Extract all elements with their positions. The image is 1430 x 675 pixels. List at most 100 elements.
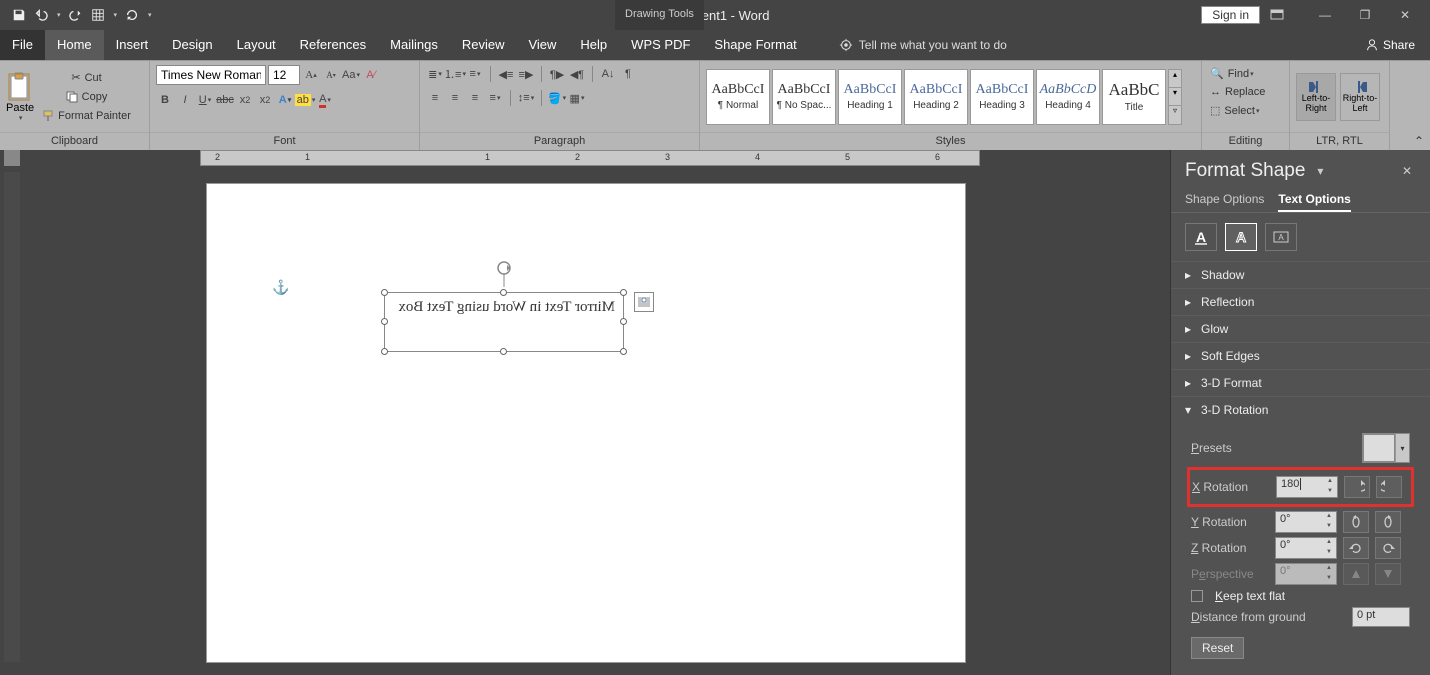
ltr-direction-icon[interactable]: ¶▶ (548, 65, 566, 83)
highlight-icon[interactable]: ab▾ (296, 91, 314, 109)
distance-input[interactable]: 0 pt (1352, 607, 1410, 627)
paste-button[interactable]: Paste ▾ (6, 72, 34, 122)
style-heading1[interactable]: AaBbCcIHeading 1 (838, 69, 902, 125)
resize-handle[interactable] (381, 318, 388, 325)
align-center-icon[interactable]: ≡ (446, 89, 464, 107)
textbox-content[interactable]: Mirror Text in Word using Text Box (393, 298, 615, 318)
replace-button[interactable]: ↔Replace (1208, 84, 1267, 100)
textbox-icon[interactable]: A (1265, 223, 1297, 251)
z-rotation-input[interactable]: 0°▲▼ (1275, 537, 1337, 559)
tab-file[interactable]: File (0, 30, 45, 60)
underline-icon[interactable]: U▾ (196, 91, 214, 109)
y-rotation-input[interactable]: 0°▲▼ (1275, 511, 1337, 533)
layout-options-icon[interactable] (634, 292, 654, 312)
x-rotation-input[interactable]: 180▲▼ (1276, 476, 1338, 498)
align-left-icon[interactable]: ≡ (426, 89, 444, 107)
bullets-icon[interactable]: ≣▾ (426, 65, 444, 83)
style-heading4[interactable]: AaBbCcDHeading 4 (1036, 69, 1100, 125)
borders-icon[interactable]: ▦▾ (568, 89, 586, 107)
sort-icon[interactable]: A↓ (599, 65, 617, 83)
font-color-icon[interactable]: A▾ (316, 91, 334, 109)
panel-tab-shape-options[interactable]: Shape Options (1185, 188, 1264, 212)
subscript-icon[interactable]: x2 (236, 91, 254, 109)
style-heading2[interactable]: AaBbCcIHeading 2 (904, 69, 968, 125)
styles-more[interactable]: ▿ (1169, 105, 1181, 123)
tab-layout[interactable]: Layout (225, 30, 288, 60)
section-shadow[interactable]: ▸Shadow (1171, 261, 1430, 288)
document-page[interactable]: ⚓ Mirror Text in Word using Text Box (206, 183, 966, 663)
tab-design[interactable]: Design (160, 30, 224, 60)
tell-me-search[interactable]: Tell me what you want to do (839, 30, 1007, 60)
styles-scroll-down[interactable]: ▾ (1169, 87, 1181, 105)
maximize-button[interactable]: ❐ (1350, 8, 1380, 22)
shading-icon[interactable]: 🪣▾ (548, 89, 566, 107)
horizontal-ruler[interactable]: 2 1 1 2 3 4 5 6 (200, 150, 980, 166)
vertical-ruler[interactable] (4, 172, 20, 662)
styles-gallery[interactable]: AaBbCcI¶ Normal AaBbCcI¶ No Spac... AaBb… (706, 69, 1182, 125)
resize-handle[interactable] (500, 348, 507, 355)
tab-help[interactable]: Help (568, 30, 619, 60)
keep-flat-checkbox[interactable] (1191, 590, 1203, 602)
font-size-input[interactable] (268, 65, 300, 85)
z-rotate-cw-icon[interactable] (1375, 537, 1401, 559)
multilevel-icon[interactable]: ≡▾ (466, 65, 484, 83)
qat-dropdown-1[interactable]: ▾ (114, 11, 118, 19)
format-painter-button[interactable]: Format Painter (40, 108, 133, 124)
sign-in-button[interactable]: Sign in (1201, 6, 1260, 24)
bold-icon[interactable]: B (156, 91, 174, 109)
y-rotate-right-icon[interactable] (1375, 511, 1401, 533)
minimize-button[interactable]: — (1310, 8, 1340, 22)
presets-preview[interactable] (1363, 434, 1395, 462)
tab-wps-pdf[interactable]: WPS PDF (619, 30, 702, 60)
resize-handle[interactable] (381, 289, 388, 296)
section-3d-rotation[interactable]: ▾3-D Rotation (1171, 396, 1430, 423)
tab-home[interactable]: Home (45, 30, 104, 60)
ltr-button[interactable]: Left-to-Right (1296, 73, 1336, 121)
redo-icon[interactable] (69, 8, 83, 22)
section-soft-edges[interactable]: ▸Soft Edges (1171, 342, 1430, 369)
text-fill-outline-icon[interactable]: A (1185, 223, 1217, 251)
keep-text-flat-row[interactable]: Keep text flat (1191, 589, 1410, 603)
section-reflection[interactable]: ▸Reflection (1171, 288, 1430, 315)
tab-view[interactable]: View (516, 30, 568, 60)
z-rotate-ccw-icon[interactable] (1343, 537, 1369, 559)
shrink-font-icon[interactable]: A▾ (322, 66, 340, 84)
style-normal[interactable]: AaBbCcI¶ Normal (706, 69, 770, 125)
qat-customize-dropdown[interactable]: ▾ (148, 11, 152, 19)
x-rotate-left-icon[interactable] (1344, 476, 1370, 498)
text-effects-icon[interactable]: A (1225, 223, 1257, 251)
decrease-indent-icon[interactable]: ◀≡ (497, 65, 515, 83)
undo-dropdown[interactable]: ▾ (57, 11, 61, 19)
superscript-icon[interactable]: x2 (256, 91, 274, 109)
save-icon[interactable] (12, 8, 26, 22)
cut-button[interactable]: ✂Cut (40, 69, 133, 86)
ribbon-display-icon[interactable] (1270, 9, 1300, 21)
increase-indent-icon[interactable]: ≡▶ (517, 65, 535, 83)
y-rotate-left-icon[interactable] (1343, 511, 1369, 533)
style-no-spacing[interactable]: AaBbCcI¶ No Spac... (772, 69, 836, 125)
tab-references[interactable]: References (288, 30, 378, 60)
rotation-handle-icon[interactable] (495, 259, 513, 287)
tab-mailings[interactable]: Mailings (378, 30, 450, 60)
font-name-input[interactable] (156, 65, 266, 85)
undo-icon[interactable] (34, 8, 48, 22)
numbering-icon[interactable]: ⒈≡▾ (446, 65, 464, 83)
section-glow[interactable]: ▸Glow (1171, 315, 1430, 342)
styles-scroll-up[interactable]: ▴ (1169, 70, 1181, 87)
select-button[interactable]: ⬚Select▾ (1208, 102, 1262, 119)
tab-insert[interactable]: Insert (104, 30, 161, 60)
line-spacing-icon[interactable]: ↕≡▾ (517, 89, 535, 107)
close-button[interactable]: ✕ (1390, 8, 1420, 22)
share-button[interactable]: Share (1350, 30, 1430, 60)
rtl-button[interactable]: Right-to-Left (1340, 73, 1380, 121)
resize-handle[interactable] (381, 348, 388, 355)
text-box[interactable]: Mirror Text in Word using Text Box (384, 292, 624, 352)
text-effects-icon[interactable]: A▾ (276, 91, 294, 109)
change-case-icon[interactable]: Aa▾ (342, 66, 360, 84)
italic-icon[interactable]: I (176, 91, 194, 109)
tab-shape-format[interactable]: Shape Format (702, 30, 808, 60)
grow-font-icon[interactable]: A▴ (302, 66, 320, 84)
table-icon[interactable] (91, 8, 105, 22)
rtl-direction-icon[interactable]: ◀¶ (568, 65, 586, 83)
collapse-ribbon-icon[interactable]: ⌃ (1414, 134, 1424, 148)
